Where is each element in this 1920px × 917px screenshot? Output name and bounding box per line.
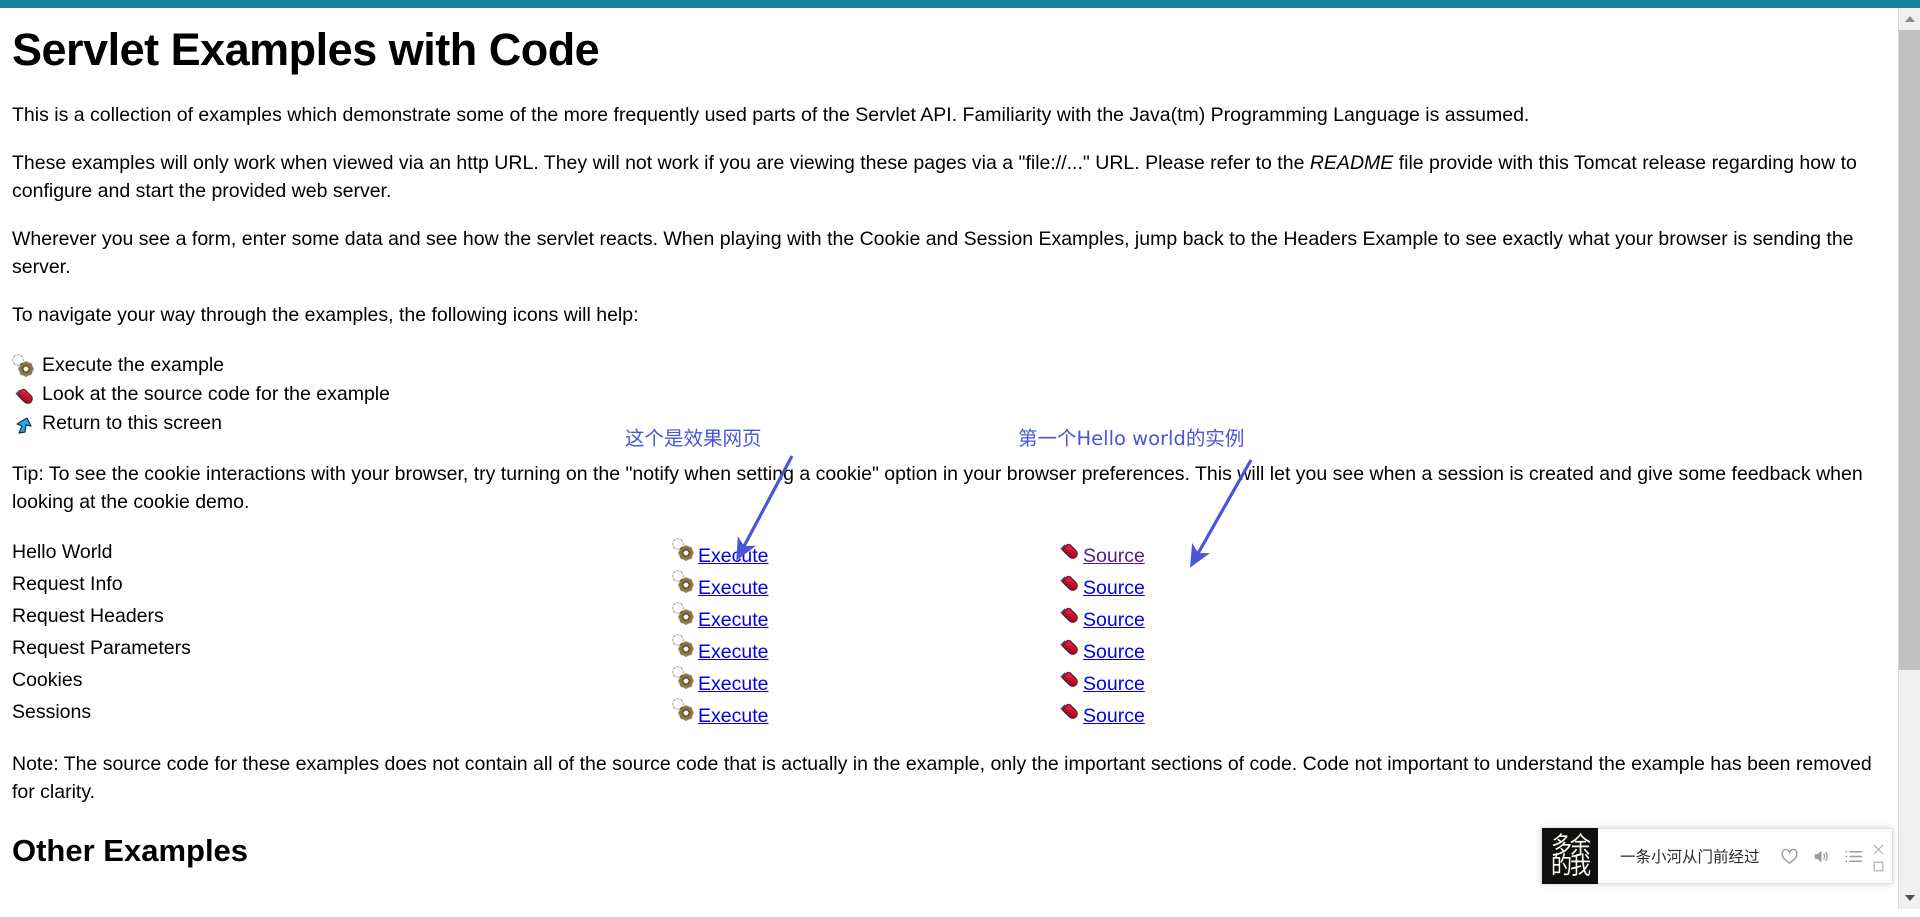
player-controls	[1780, 847, 1873, 866]
source-link[interactable]: Source	[1083, 546, 1145, 566]
execute-link[interactable]: Execute	[698, 546, 768, 566]
return-arrow-icon	[12, 412, 36, 436]
music-player-widget[interactable]: 多余的我 一条小河从门前经过	[1541, 828, 1893, 884]
browser-content-viewport: Servlet Examples with Code This is a col…	[0, 8, 1898, 909]
intro-paragraph: This is a collection of examples which d…	[12, 104, 1530, 127]
execute-link[interactable]: Execute	[698, 578, 768, 598]
gears-icon	[672, 602, 696, 626]
source-link[interactable]: Source	[1083, 706, 1145, 726]
gears-icon	[672, 538, 696, 562]
source-link[interactable]: Source	[1083, 642, 1145, 662]
source-link[interactable]: Source	[1083, 610, 1145, 630]
scrollbar-thumb[interactable]	[1899, 30, 1920, 670]
legend-label-return: Return to this screen	[42, 412, 222, 435]
speaker-icon[interactable]	[1812, 847, 1831, 866]
form-interaction-paragraph: Wherever you see a form, enter some data…	[12, 228, 1854, 279]
navigate-paragraph: To navigate your way through the example…	[12, 304, 639, 327]
execute-link[interactable]: Execute	[698, 610, 768, 630]
heart-icon[interactable]	[1780, 847, 1799, 866]
legend-label-execute: Execute the example	[42, 354, 225, 377]
icon-legend: Execute the example Look at the source c…	[12, 351, 1878, 438]
minimize-icon[interactable]	[1873, 859, 1884, 872]
page-title: Servlet Examples with Code	[12, 24, 600, 75]
playlist-icon[interactable]	[1844, 847, 1863, 866]
table-row: Request Info Execute Source	[12, 568, 1272, 600]
source-link[interactable]: Source	[1083, 674, 1145, 694]
screwdriver-icon	[1057, 666, 1081, 690]
readme-emphasis: README	[1309, 152, 1394, 175]
source-link[interactable]: Source	[1083, 578, 1145, 598]
gears-icon	[672, 666, 696, 690]
gears-icon	[12, 354, 36, 378]
screwdriver-icon	[1057, 570, 1081, 594]
legend-label-source: Look at the source code for the example	[42, 383, 390, 406]
annotation-execute-note: 这个是效果网页	[625, 427, 762, 450]
http-paragraph-part1: These examples will only work when viewe…	[12, 152, 1310, 175]
annotation-source-note: 第一个Hello world的实例	[1018, 427, 1245, 450]
legend-row-return: Return to this screen	[12, 409, 1878, 438]
screwdriver-icon	[1057, 634, 1081, 658]
example-name: Request Parameters	[12, 636, 191, 659]
vertical-scrollbar[interactable]	[1898, 8, 1920, 909]
legend-row-source: Look at the source code for the example	[12, 380, 1878, 409]
execute-link[interactable]: Execute	[698, 706, 768, 726]
table-row: Request Headers Execute Source	[12, 600, 1272, 632]
examples-table: Hello World Execute Source Request Info Exec…	[12, 536, 1272, 728]
screwdriver-icon	[1057, 538, 1081, 562]
http-url-paragraph: These examples will only work when viewe…	[12, 149, 1878, 205]
song-title: 一条小河从门前经过	[1620, 848, 1760, 866]
close-icon[interactable]	[1873, 842, 1884, 855]
execute-link[interactable]: Execute	[698, 674, 768, 694]
top-accent-bar	[0, 0, 1920, 8]
player-window-buttons	[1873, 842, 1892, 872]
example-name: Hello World	[12, 540, 113, 563]
scroll-up-icon[interactable]	[1899, 8, 1920, 30]
table-row: Request Parameters Execute Source	[12, 632, 1272, 664]
screwdriver-icon	[12, 383, 36, 407]
table-row: Hello World Execute Source	[12, 536, 1272, 568]
example-name: Request Headers	[12, 604, 164, 627]
table-row: Cookies Execute Source	[12, 664, 1272, 696]
servlet-examples-page: Servlet Examples with Code This is a col…	[0, 8, 1890, 868]
execute-link[interactable]: Execute	[698, 642, 768, 662]
gears-icon	[672, 570, 696, 594]
screwdriver-icon	[1057, 698, 1081, 722]
scroll-down-icon[interactable]	[1899, 887, 1920, 909]
legend-row-execute: Execute the example	[12, 351, 1878, 380]
album-art: 多余的我	[1542, 828, 1598, 884]
tip-paragraph: Tip: To see the cookie interactions with…	[12, 463, 1863, 514]
example-name: Request Info	[12, 572, 123, 595]
example-name: Sessions	[12, 700, 92, 723]
album-art-calligraphy: 多余的我	[1551, 831, 1591, 879]
table-row: Sessions Execute Source	[12, 696, 1272, 728]
note-paragraph: Note: The source code for these examples…	[12, 753, 1872, 804]
screwdriver-icon	[1057, 602, 1081, 626]
gears-icon	[672, 634, 696, 658]
example-name: Cookies	[12, 668, 83, 691]
gears-icon	[672, 698, 696, 722]
